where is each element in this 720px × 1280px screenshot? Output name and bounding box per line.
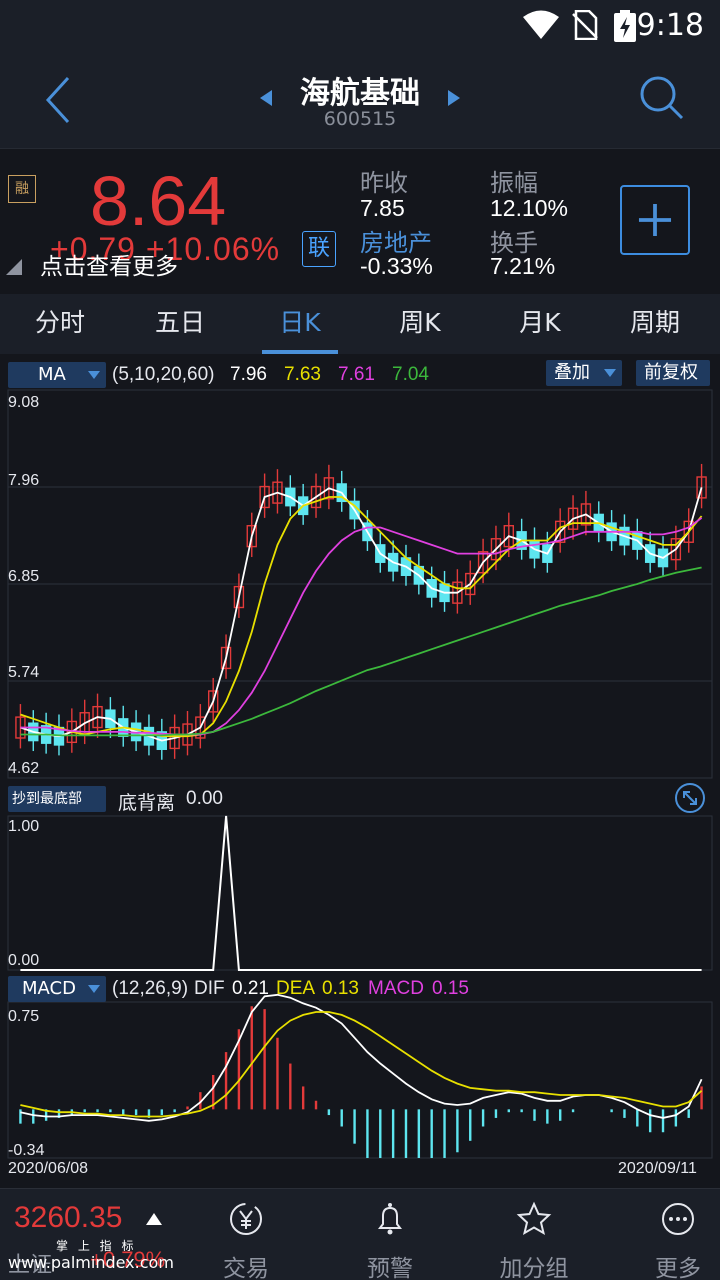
turnover-value: 7.21% [490, 253, 556, 279]
nav-add-group[interactable]: 加分组 [484, 1189, 584, 1280]
status-bar: 9:18 [0, 0, 720, 52]
tab-daily-k[interactable]: 日K [240, 294, 360, 354]
tab-weekly-k[interactable]: 周K [360, 294, 480, 354]
divergence-indicator-selector[interactable]: 抄到最底部 [8, 786, 106, 812]
candles [15, 463, 707, 760]
dea-value: 0.13 [322, 978, 359, 999]
up-arrow-icon [146, 1213, 162, 1225]
x-start-date: 2020/06/08 [8, 1160, 89, 1177]
macd-params: (12,26,9) [112, 978, 189, 999]
watermark-url: www.palmindex.com [8, 1253, 174, 1272]
dea-line [20, 1011, 703, 1118]
tab-monthly-k[interactable]: 月K [480, 294, 600, 354]
stock-code: 600515 [323, 108, 397, 130]
search-icon[interactable] [636, 72, 686, 122]
nav-label: 预警 [367, 1256, 413, 1280]
nav-more[interactable]: 更多 [628, 1189, 720, 1280]
panel-frame [7, 815, 713, 971]
back-button[interactable] [36, 72, 84, 128]
tab-period[interactable]: 周期 [600, 294, 710, 354]
y-tick: 6.85 [8, 568, 40, 585]
tab-intraday[interactable]: 分时 [0, 294, 120, 354]
stock-header: 海航基础 600515 [0, 52, 720, 148]
divergence-line [20, 815, 702, 971]
yen-exchange-icon [230, 1203, 262, 1235]
ma-line-ma20 [20, 517, 703, 736]
tap-for-more-hint[interactable]: 点击查看更多 [40, 247, 178, 281]
stock-name: 海航基础 [300, 76, 420, 111]
nav-label: 更多 [655, 1256, 701, 1280]
macd-label: MACD [368, 978, 424, 999]
linked-button[interactable]: 联 [302, 231, 336, 267]
quote-panel[interactable]: 融 8.64 +0.79 +10.06% 点击查看更多 联 昨收 7.85 房地… [0, 148, 720, 292]
prev-stock-arrow-icon[interactable] [258, 88, 276, 108]
y-tick: -0.34 [8, 1142, 45, 1159]
nav-label: 加分组 [499, 1256, 569, 1280]
current-price: 8.64 [90, 162, 227, 240]
y-tick: 4.62 [8, 760, 40, 777]
chart-area[interactable]: MA (5,10,20,60) 7.96 7.63 7.61 7.04 叠加 前… [0, 354, 720, 1184]
y-tick: 1.00 [8, 818, 40, 835]
macd-indicator-selector[interactable]: MACD [8, 976, 106, 1002]
corner-triangle-icon [6, 259, 22, 275]
y-tick: 0.00 [8, 952, 40, 969]
dif-label: DIF [194, 978, 225, 999]
sector-change: -0.33% [360, 253, 433, 279]
y-tick: 7.96 [8, 472, 40, 489]
nav-alert[interactable]: 预警 [340, 1189, 440, 1280]
divergence-indicator-label: 抄到最底部 [12, 791, 82, 807]
amplitude-value: 12.10% [490, 195, 569, 221]
macd-chart [19, 993, 703, 1158]
add-to-watchlist-button[interactable] [620, 185, 690, 255]
tab-five-day[interactable]: 五日 [120, 294, 240, 354]
macd-indicator-label: MACD [22, 978, 76, 999]
star-icon [516, 1201, 552, 1236]
nav-trade[interactable]: 交易 [196, 1189, 296, 1280]
divergence-series-line [20, 815, 702, 971]
index-ticker[interactable]: 3260.35 上证 +0.79% 掌 上 指 标 www.palmindex.… [0, 1189, 200, 1280]
wifi-icon [523, 10, 559, 39]
prev-close-value: 7.85 [360, 195, 405, 221]
y-tick: 0.75 [8, 1008, 40, 1025]
battery-charging-icon [614, 10, 636, 42]
amplitude-label: 振幅 [490, 169, 538, 197]
more-icon [662, 1203, 694, 1235]
no-sim-icon [572, 10, 598, 40]
expand-icon[interactable] [674, 782, 706, 814]
chevron-down-icon [88, 985, 100, 993]
x-end-date: 2020/09/11 [618, 1160, 697, 1177]
y-tick: 9.08 [8, 394, 40, 411]
divergence-value: 0.00 [186, 788, 223, 809]
bottom-nav: 3260.35 上证 +0.79% 掌 上 指 标 www.palmindex.… [0, 1188, 720, 1280]
next-stock-arrow-icon[interactable] [444, 88, 462, 108]
divergence-name: 底背离 [118, 793, 176, 814]
index-value: 3260.35 [14, 1201, 123, 1234]
watermark-text: 掌 上 指 标 [56, 1239, 137, 1253]
dif-line [20, 993, 703, 1122]
macd-value: 0.15 [432, 978, 469, 999]
dea-label: DEA [276, 978, 316, 999]
dif-value: 0.21 [232, 978, 269, 999]
bell-icon [378, 1203, 402, 1235]
y-tick: 5.74 [8, 664, 40, 681]
nav-label: 交易 [223, 1256, 269, 1280]
period-tabs: 分时 五日 日K 周K 月K 周期 [0, 294, 720, 624]
panel-frame [7, 1001, 713, 1159]
kline-chart[interactable] [0, 354, 720, 1184]
status-time: 9:18 [636, 8, 704, 43]
margin-badge: 融 [8, 175, 36, 203]
prev-close-label: 昨收 [360, 169, 408, 197]
